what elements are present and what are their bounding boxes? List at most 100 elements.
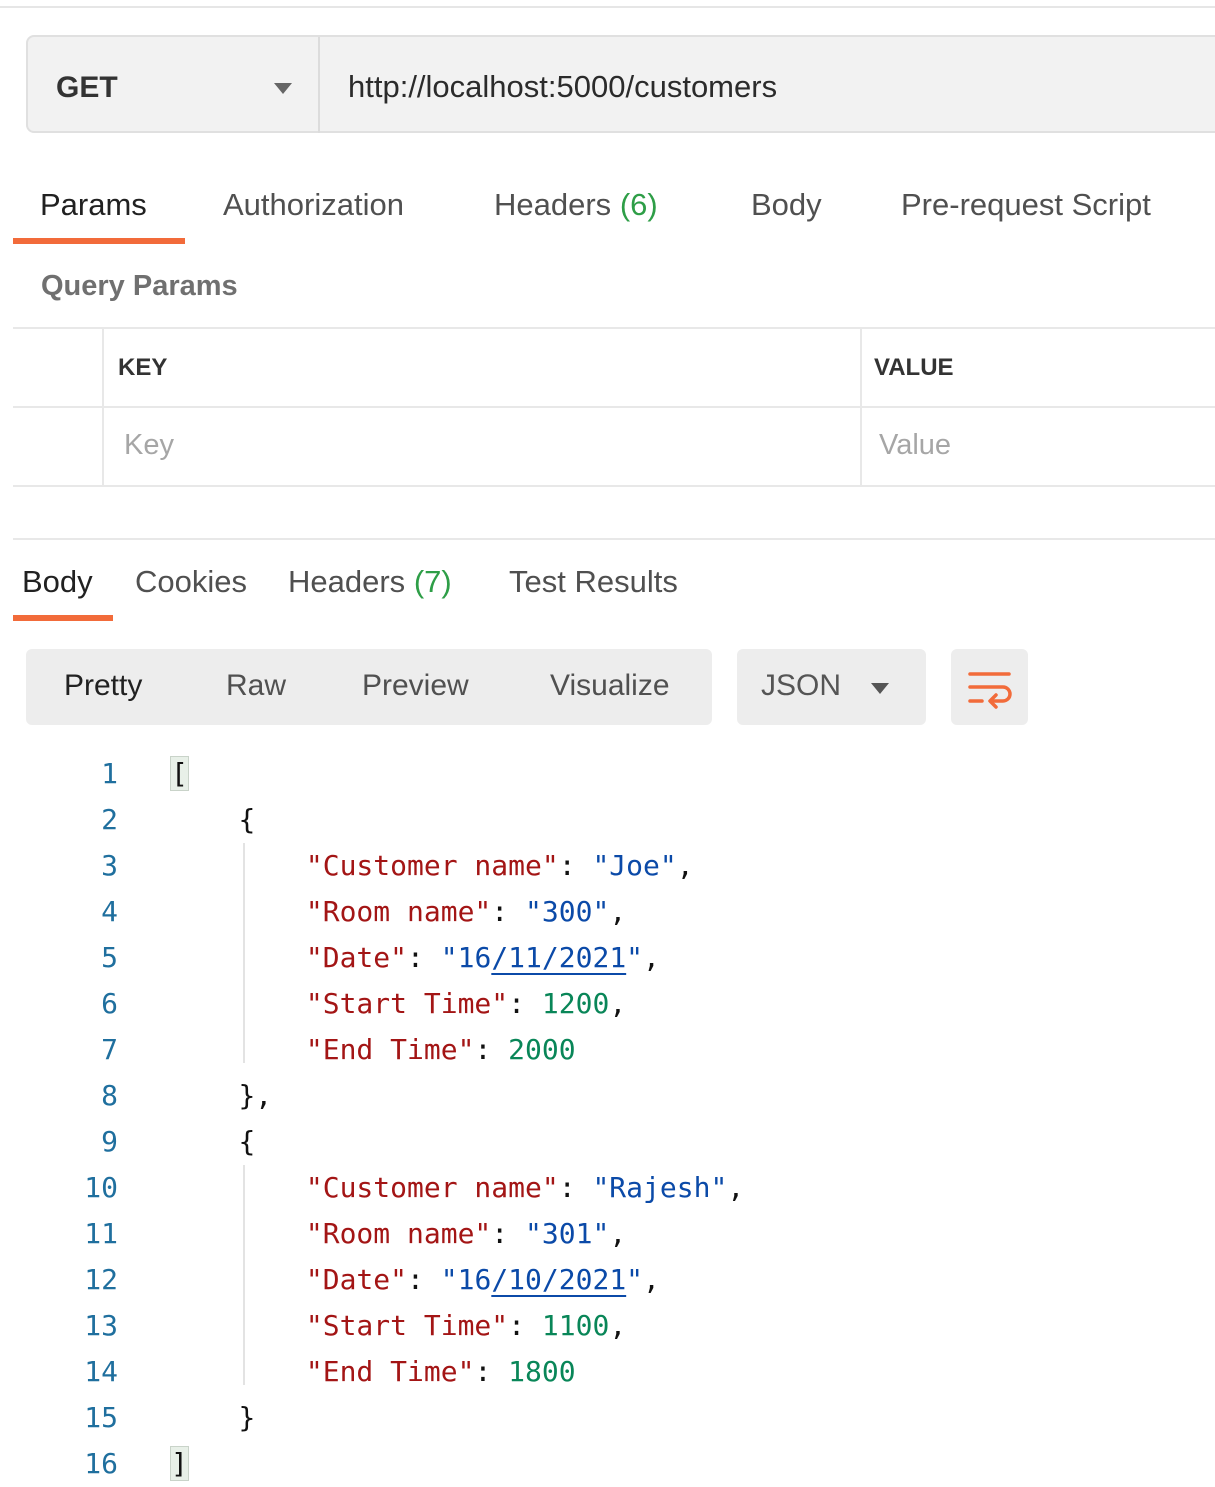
- tab-authorization[interactable]: Authorization: [223, 187, 404, 223]
- json-brace: {: [238, 803, 256, 836]
- top-divider: [0, 6, 1215, 8]
- line-number: 13: [84, 1309, 118, 1342]
- line-number: 4: [101, 895, 118, 928]
- json-brace: },: [238, 1079, 273, 1112]
- json-brace: }: [238, 1401, 256, 1434]
- json-string-value: "16/10/2021": [440, 1263, 644, 1296]
- preview-button[interactable]: Preview: [362, 669, 469, 703]
- code-line: 16]: [0, 1441, 1215, 1487]
- json-key: "End Time": [305, 1355, 475, 1388]
- response-divider: [13, 538, 1215, 540]
- line-number: 14: [84, 1355, 118, 1388]
- line-number: 12: [84, 1263, 118, 1296]
- line-number: 7: [101, 1033, 118, 1066]
- raw-button[interactable]: Raw: [226, 669, 286, 703]
- table-col-divider: [102, 327, 104, 487]
- date-link[interactable]: /10/2021: [491, 1263, 626, 1296]
- code-line: 11 "Room name": "301",: [0, 1211, 1215, 1257]
- json-key: "Start Time": [305, 987, 509, 1020]
- json-string-value: "Rajesh": [592, 1171, 728, 1204]
- json-key: "Date": [305, 941, 408, 974]
- matched-bracket: [: [170, 756, 189, 791]
- line-number: 3: [101, 849, 118, 882]
- json-key: "Start Time": [305, 1309, 509, 1342]
- json-key: "Date": [305, 1263, 408, 1296]
- code-text: "Start Time": 1200,: [305, 987, 627, 1020]
- json-string-value: "Joe": [592, 849, 677, 882]
- code-text: },: [171, 1079, 272, 1112]
- tab-headers[interactable]: Headers (6): [494, 187, 658, 223]
- view-mode-group: Pretty Raw Preview Visualize: [26, 649, 712, 725]
- table-bottom-border: [13, 485, 1215, 487]
- code-line: 4 "Room name": "300",: [0, 889, 1215, 935]
- query-params-title: Query Params: [41, 270, 238, 302]
- method-select[interactable]: GET: [28, 37, 320, 133]
- chevron-down-icon: [274, 83, 292, 94]
- visualize-button[interactable]: Visualize: [550, 669, 670, 703]
- json-number-value: 2000: [508, 1033, 576, 1066]
- line-number: 15: [84, 1401, 118, 1434]
- response-tab-body[interactable]: Body: [22, 564, 93, 600]
- tab-pre-request-script[interactable]: Pre-request Script: [901, 187, 1151, 223]
- request-bar: GET http://localhost:5000/customers: [26, 35, 1215, 133]
- tab-params[interactable]: Params: [40, 187, 147, 223]
- code-line: 8 },: [0, 1073, 1215, 1119]
- code-line: 10 "Customer name": "Rajesh",: [0, 1165, 1215, 1211]
- json-key: "Room name": [305, 895, 492, 928]
- value-input[interactable]: Value: [879, 429, 951, 462]
- code-text: "Room name": "300",: [305, 895, 627, 928]
- line-number: 9: [101, 1125, 118, 1158]
- key-column-header: KEY: [118, 354, 168, 381]
- line-number: 10: [84, 1171, 118, 1204]
- json-key: "Customer name": [305, 1171, 559, 1204]
- code-line: 3 "Customer name": "Joe",: [0, 843, 1215, 889]
- json-string-value: "16/11/2021": [440, 941, 644, 974]
- response-tab-test-results[interactable]: Test Results: [509, 564, 678, 600]
- tab-body[interactable]: Body: [751, 187, 822, 223]
- pretty-button[interactable]: Pretty: [64, 669, 142, 703]
- code-text: [: [170, 756, 189, 791]
- json-string-value: "301": [525, 1217, 610, 1250]
- response-tab-cookies[interactable]: Cookies: [135, 564, 247, 600]
- table-top-border: [13, 327, 1215, 329]
- code-text: "End Time": 1800: [305, 1355, 576, 1388]
- wrap-lines-icon: [968, 672, 1012, 709]
- code-line: 2 {: [0, 797, 1215, 843]
- json-number-value: 1800: [508, 1355, 576, 1388]
- format-select[interactable]: JSON: [737, 649, 926, 725]
- code-line: 15 }: [0, 1395, 1215, 1441]
- value-column-header: VALUE: [874, 354, 954, 381]
- response-tab-headers-label: Headers: [288, 564, 406, 599]
- line-number: 5: [101, 941, 118, 974]
- chevron-down-icon: [871, 683, 889, 694]
- json-number-value: 1200: [541, 987, 610, 1020]
- date-link[interactable]: /11/2021: [491, 941, 626, 974]
- url-input[interactable]: http://localhost:5000/customers: [348, 69, 777, 105]
- key-input[interactable]: Key: [124, 429, 174, 462]
- format-label: JSON: [761, 669, 842, 702]
- line-number: 2: [101, 803, 118, 836]
- code-text: "Date": "16/11/2021",: [305, 941, 660, 974]
- wrap-lines-button[interactable]: [951, 649, 1028, 725]
- code-line: 5 "Date": "16/11/2021",: [0, 935, 1215, 981]
- line-number: 1: [101, 757, 118, 790]
- code-text: {: [171, 803, 255, 836]
- table-col-divider: [860, 327, 862, 487]
- response-tab-headers[interactable]: Headers (7): [288, 564, 452, 600]
- code-text: "Room name": "301",: [305, 1217, 627, 1250]
- json-string-value: "300": [525, 895, 610, 928]
- code-text: "Start Time": 1100,: [305, 1309, 627, 1342]
- code-text: "End Time": 2000: [305, 1033, 576, 1066]
- code-text: "Customer name": "Joe",: [305, 849, 694, 882]
- code-text: "Customer name": "Rajesh",: [305, 1171, 745, 1204]
- active-tab-indicator: [13, 238, 185, 244]
- json-key: "End Time": [305, 1033, 475, 1066]
- line-number: 16: [84, 1447, 118, 1480]
- method-label: GET: [56, 71, 118, 104]
- json-number-value: 1100: [541, 1309, 610, 1342]
- code-text: {: [171, 1125, 255, 1158]
- code-line: 7 "End Time": 2000: [0, 1027, 1215, 1073]
- line-number: 11: [84, 1217, 118, 1250]
- code-line: 14 "End Time": 1800: [0, 1349, 1215, 1395]
- tab-headers-label: Headers: [494, 187, 612, 222]
